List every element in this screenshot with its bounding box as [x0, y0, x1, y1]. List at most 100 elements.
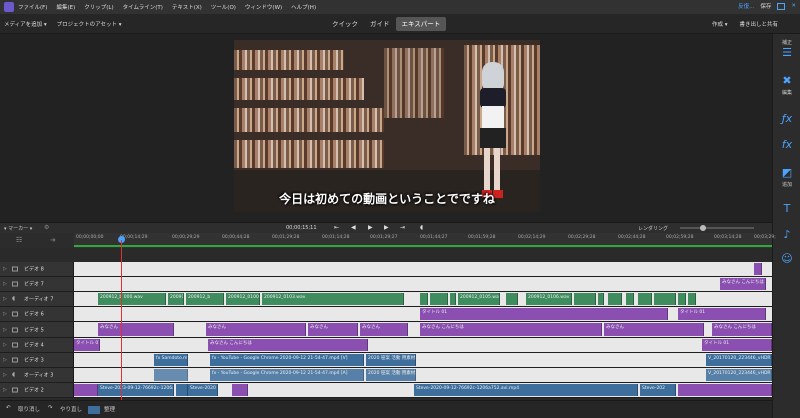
close-icon[interactable]: ✕: [791, 3, 796, 9]
tab-guided[interactable]: ガイド: [364, 17, 396, 31]
track-body[interactable]: みなさん みなさん みなさん みなさん みなさん こんにちは みなさん みなさん…: [74, 322, 772, 337]
clip[interactable]: fx - YouTube - Google Chrome 2020-09-12 …: [210, 369, 364, 381]
clip[interactable]: みなさん: [206, 323, 306, 336]
track-header[interactable]: ▷ ビデオ 6: [0, 307, 74, 321]
clip[interactable]: みなさん: [604, 323, 704, 336]
video-preview[interactable]: 今日は初めての動画ということでですね: [234, 40, 540, 212]
applied-fx-button[interactable]: fx: [773, 138, 800, 152]
step-forward-icon[interactable]: ▶: [384, 224, 389, 231]
clip[interactable]: Steve-2023-09-12-76692c-1206a752: [98, 384, 174, 396]
clip[interactable]: V_20170120_223446_vHDR: [706, 369, 772, 381]
redo-button[interactable]: やり直し: [60, 405, 82, 413]
tab-expert[interactable]: エキスパート: [395, 17, 447, 31]
clip[interactable]: Steve-2020-09-12-76692c-1206a752.avi.mp4: [414, 384, 638, 396]
clip[interactable]: [506, 293, 518, 305]
clip[interactable]: みなさん: [360, 323, 408, 336]
track-header[interactable]: ▷ ビデオ 4: [0, 338, 74, 352]
menu-text[interactable]: テキスト(X): [172, 3, 202, 11]
music-button[interactable]: ♪: [773, 228, 800, 242]
track-options-icon[interactable]: ☷: [16, 236, 22, 244]
expand-icon[interactable]: ▷: [3, 266, 7, 272]
clip[interactable]: 200912_0103.wav: [262, 293, 404, 305]
clip[interactable]: 2020 笹案 活動 用素材: [366, 369, 416, 381]
effects-button[interactable]: ƒx: [773, 112, 800, 126]
project-assets-button[interactable]: プロジェクトのアセット ▾: [57, 20, 122, 28]
graphics-button[interactable]: ☺: [773, 252, 800, 266]
add-media-button[interactable]: メディアを追加 ▾: [4, 20, 47, 28]
undo-icon[interactable]: ↶: [6, 405, 11, 411]
menu-clip[interactable]: クリップ(L): [84, 3, 113, 11]
zoom-slider-handle[interactable]: [700, 225, 706, 231]
expand-icon[interactable]: ▷: [3, 311, 7, 317]
clip[interactable]: Steve-2020: [188, 384, 218, 396]
clip[interactable]: タイトル 01: [420, 308, 668, 320]
expand-icon[interactable]: ▷: [3, 342, 7, 348]
track-body[interactable]: [74, 262, 772, 276]
clip[interactable]: [608, 293, 622, 305]
track-header[interactable]: ▷ ビデオ 5: [0, 322, 74, 337]
clip[interactable]: [678, 384, 772, 396]
menu-file[interactable]: ファイル(F): [18, 3, 47, 11]
track-header[interactable]: ▷ ビデオ 7: [0, 277, 74, 291]
clip[interactable]: [420, 293, 428, 305]
adjust-panel-button[interactable]: 補正 ☰: [773, 38, 800, 60]
export-share-button[interactable]: 書き出しと共有: [739, 20, 778, 28]
arrow-right-icon[interactable]: ➜: [50, 236, 56, 244]
track-body[interactable]: Steve-2023-09-12-76692c-1206a752 Steve-2…: [74, 383, 772, 397]
track-body[interactable]: みなさん こんにちは: [74, 277, 772, 291]
go-to-end-icon[interactable]: ⇥: [400, 224, 405, 231]
track-header[interactable]: ▷ ◖ オーディオ 3: [0, 368, 74, 382]
clip[interactable]: [626, 293, 634, 305]
clip[interactable]: みなさん: [308, 323, 358, 336]
edit-tool-button[interactable]: ✖ 編集: [773, 74, 800, 96]
go-to-start-icon[interactable]: ⇤: [334, 224, 339, 231]
track-body[interactable]: 200912_b 000.wav 200912_b 200912_b 20091…: [74, 292, 772, 306]
titles-button[interactable]: T: [773, 202, 800, 216]
zoom-slider[interactable]: [680, 227, 754, 229]
menu-timeline[interactable]: タイムライン(T): [123, 3, 163, 11]
track-header[interactable]: ▷ ビデオ 3: [0, 353, 74, 367]
time-ruler[interactable]: ☷ ➜ 00;00;00;00 00;00;14;29 00;00;29;29 …: [0, 233, 776, 248]
clip[interactable]: 200912_b 000.wav: [98, 293, 166, 305]
clip[interactable]: [678, 293, 686, 305]
clip[interactable]: [232, 384, 248, 396]
clip[interactable]: Steve-202: [640, 384, 676, 396]
track-header[interactable]: ▷ ◖ オーディオ 7: [0, 292, 74, 306]
clip[interactable]: [176, 384, 188, 396]
clip[interactable]: [688, 293, 696, 305]
clip[interactable]: みなさん こんにちは: [720, 278, 766, 290]
clip[interactable]: タイトル 01: [74, 339, 100, 351]
save-button[interactable]: 保存: [760, 2, 771, 10]
track-body[interactable]: fx - YouTube - Google Chrome 2020-09-12 …: [74, 368, 772, 382]
rendering-button[interactable]: レンダリング: [638, 225, 668, 232]
clip[interactable]: fx Samdoto.mp: [154, 354, 188, 366]
organizer-icon[interactable]: [88, 406, 100, 414]
clip[interactable]: 200912_0105.wav: [458, 293, 500, 305]
clip[interactable]: タイトル 01: [702, 339, 772, 351]
clip[interactable]: みなさん: [98, 323, 174, 336]
expand-icon[interactable]: ▷: [3, 357, 7, 363]
track-header[interactable]: ▷ ビデオ 2: [0, 383, 74, 397]
expand-icon[interactable]: ▷: [3, 387, 7, 393]
ruler-scale[interactable]: 00;00;00;00 00;00;14;29 00;00;29;29 00;0…: [74, 233, 776, 248]
playhead[interactable]: [121, 240, 122, 400]
clip[interactable]: [574, 293, 596, 305]
clip[interactable]: 200912_0106.wav: [526, 293, 572, 305]
undo-button[interactable]: 取り消し: [18, 405, 40, 413]
menu-edit[interactable]: 編集(E): [56, 3, 75, 11]
repeat-link[interactable]: 反復...: [738, 2, 754, 10]
organizer-button[interactable]: 整理: [104, 405, 115, 413]
expand-icon[interactable]: ▷: [3, 327, 7, 333]
clip[interactable]: みなさん こんにちは: [712, 323, 772, 336]
track-body[interactable]: タイトル 01 みなさん こんにちは タイトル 01: [74, 338, 772, 352]
menu-window[interactable]: ウィンドウ(W): [245, 3, 282, 11]
clip[interactable]: V_20170120_223446_vHDR: [706, 354, 772, 366]
menu-help[interactable]: ヘルプ(H): [291, 3, 316, 11]
clip[interactable]: みなさん こんにちは: [208, 339, 368, 351]
clip[interactable]: fx - YouTube - Google Chrome 2020-09-12 …: [210, 354, 364, 366]
step-back-icon[interactable]: ◀: [351, 224, 356, 231]
clip[interactable]: [598, 293, 604, 305]
clip[interactable]: 200912_b: [186, 293, 224, 305]
track-header[interactable]: ▷ ビデオ 8: [0, 262, 74, 276]
create-button[interactable]: 作成 ▾: [712, 20, 728, 28]
